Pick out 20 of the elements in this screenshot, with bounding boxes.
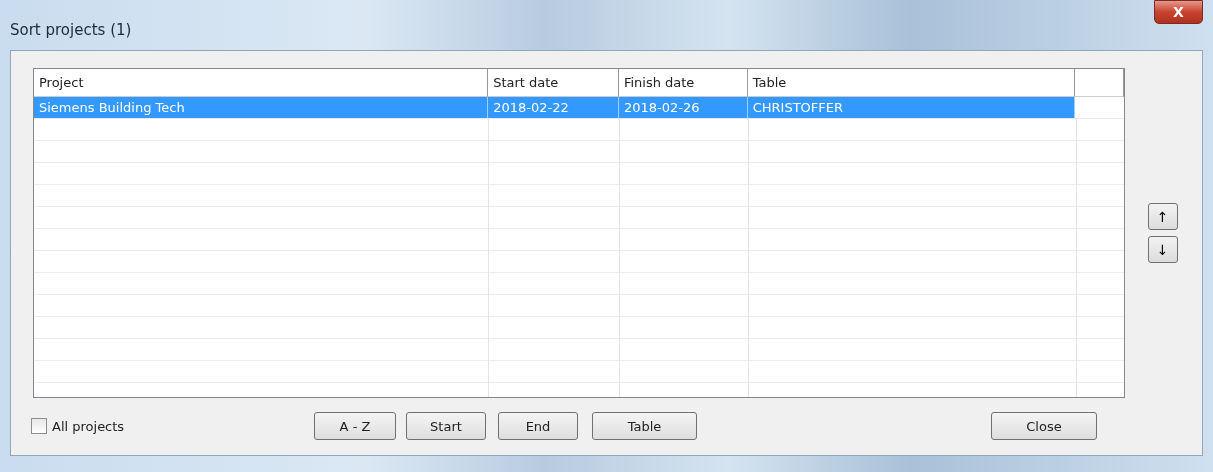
table-cell: 2018-02-26 [623, 100, 700, 115]
close-button[interactable]: X [1154, 0, 1203, 24]
column-header[interactable]: Table [747, 69, 1076, 97]
column-header[interactable]: Project [34, 69, 489, 97]
move-button[interactable]: ↓ [1147, 236, 1178, 263]
sort-button[interactable]: End [498, 412, 578, 440]
column-header[interactable]: Start date [488, 69, 619, 97]
checkbox[interactable] [31, 418, 47, 434]
checkbox-label: All projects [52, 418, 125, 434]
sort-button[interactable]: Start [406, 412, 486, 440]
move-button[interactable]: ↑ [1147, 203, 1178, 230]
all-projects-checkbox[interactable]: All projects [31, 418, 314, 434]
close-button[interactable]: Close [991, 412, 1097, 440]
table-cell: Siemens Building Tech [39, 100, 185, 115]
sort-button[interactable]: A - Z [314, 412, 396, 440]
table-cell: CHRISTOFFER [752, 100, 844, 115]
sort-button[interactable]: Table [592, 412, 697, 440]
table-cell: 2018-02-22 [493, 100, 569, 115]
window-title: Sort projects (1) [10, 21, 132, 39]
column-header[interactable]: Finish date [618, 69, 748, 97]
